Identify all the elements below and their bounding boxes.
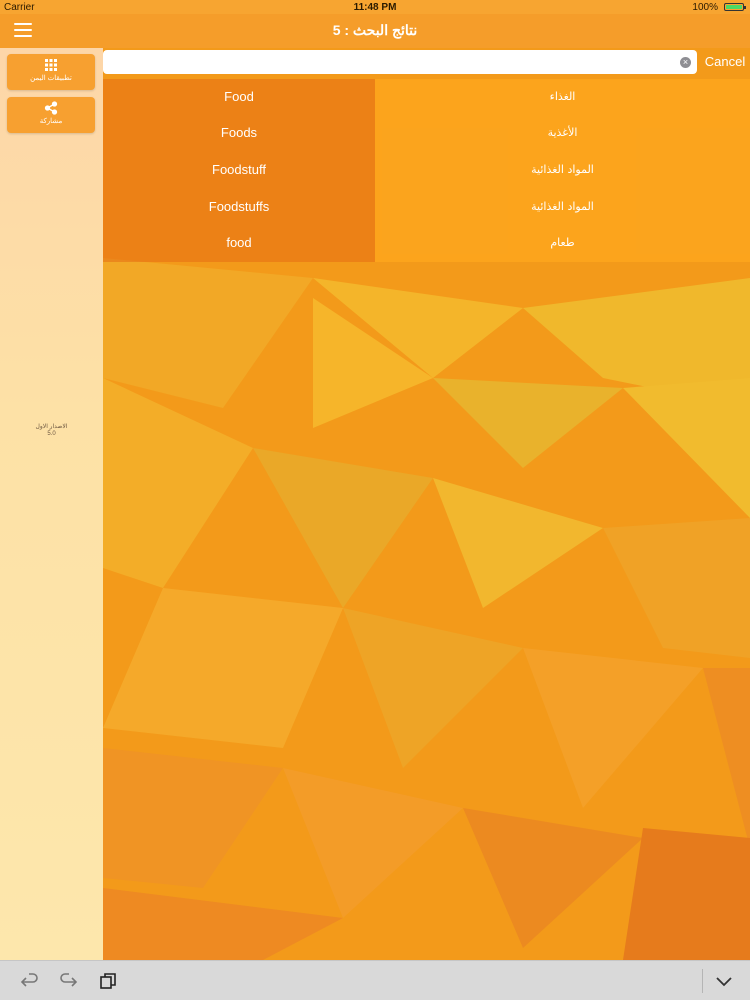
version-info: الاصدار الاول 5.0 — [0, 424, 103, 438]
chevron-down-icon[interactable] — [714, 971, 734, 991]
share-label: مشاركة — [39, 118, 63, 125]
english-column: Food Foods Foodstuff Foodstuffs food — [103, 79, 375, 262]
status-bar: Carrier 11:48 PM 100% — [0, 0, 750, 14]
result-arabic-item[interactable]: الغذاء — [375, 79, 750, 115]
page-title: نتائج البحث : 5 — [332, 22, 418, 38]
result-english-item[interactable]: Foods — [103, 115, 375, 151]
yemen-apps-button[interactable]: تطبيقات اليمن — [7, 54, 95, 90]
results-table: Food Foods Foodstuff Foodstuffs food الغ… — [103, 79, 750, 262]
clear-icon[interactable]: × — [680, 57, 691, 68]
battery-icon — [724, 3, 746, 11]
result-arabic-item[interactable]: المواد الغذائية — [375, 189, 750, 225]
share-icon — [44, 101, 58, 115]
yemen-apps-label: تطبيقات اليمن — [30, 75, 72, 82]
version-number: 5.0 — [47, 431, 56, 437]
result-english-item[interactable]: Foodstuff — [103, 152, 375, 188]
clock: 11:48 PM — [353, 2, 397, 13]
result-arabic-item[interactable]: الأغذية — [375, 115, 750, 151]
search-input[interactable] — [109, 53, 673, 73]
result-english-item[interactable]: Food — [103, 79, 375, 115]
version-label: الاصدار الاول — [35, 424, 68, 430]
result-english-item[interactable]: Foodstuffs — [103, 189, 375, 225]
result-english-item[interactable]: food — [103, 225, 375, 261]
battery-percent: 100% — [692, 2, 718, 13]
result-arabic-item[interactable]: المواد الغذائية — [375, 152, 750, 188]
share-button[interactable]: مشاركة — [7, 97, 95, 133]
grid-icon — [45, 59, 57, 71]
paste-icon[interactable] — [98, 971, 118, 991]
undo-icon[interactable] — [20, 971, 40, 991]
redo-icon[interactable] — [58, 971, 78, 991]
cancel-button[interactable]: Cancel — [700, 54, 750, 72]
keyboard-toolbar — [0, 960, 750, 1000]
nav-bar: نتائج البحث : 5 — [0, 14, 750, 48]
arabic-column: الغذاء الأغذية المواد الغذائية المواد ال… — [375, 79, 750, 262]
search-bar: × — [103, 50, 697, 74]
sidebar: تطبيقات اليمن مشاركة الاصدار الاول 5.0 — [0, 48, 103, 960]
result-arabic-item[interactable]: طعام — [375, 225, 750, 261]
toolbar-divider — [702, 969, 703, 993]
